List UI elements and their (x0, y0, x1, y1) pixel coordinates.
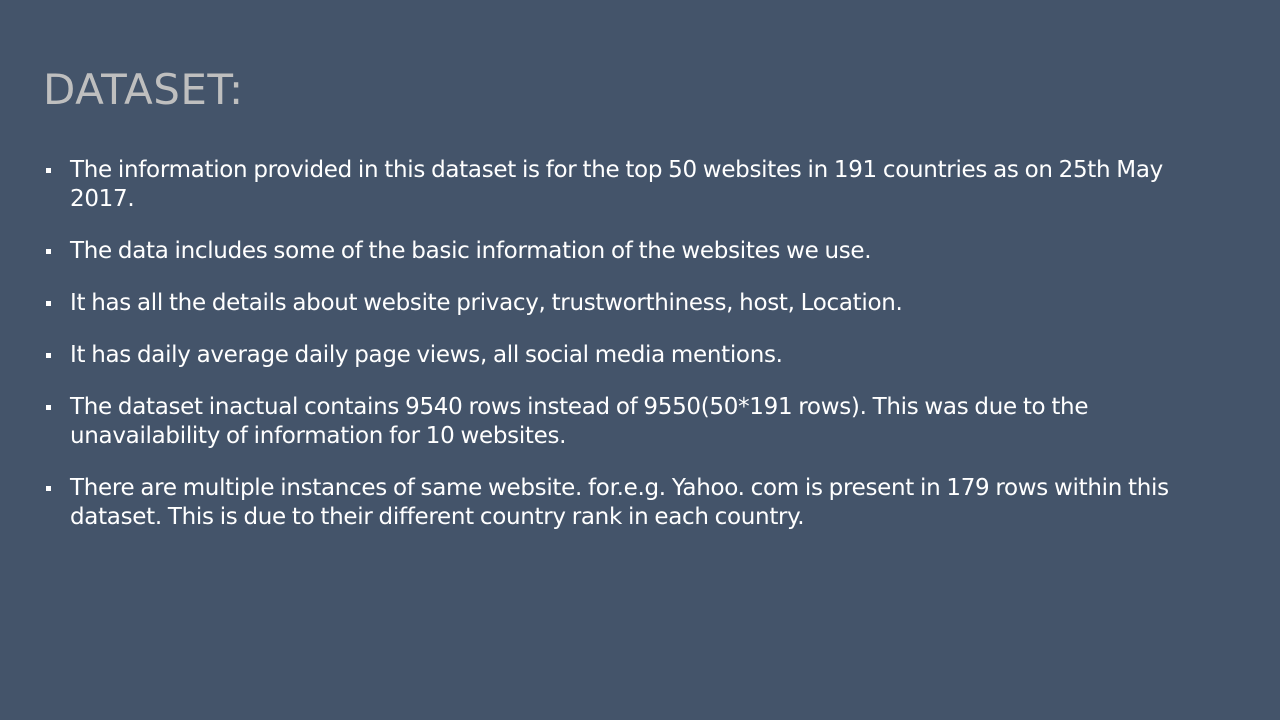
bullet-list: The information provided in this dataset… (46, 156, 1196, 555)
bullet-text: The information provided in this dataset… (70, 157, 1163, 212)
bullet-item: The information provided in this dataset… (46, 156, 1196, 214)
square-bullet-icon (46, 486, 51, 491)
bullet-item: The dataset inactual contains 9540 rows … (46, 393, 1196, 451)
square-bullet-icon (46, 301, 51, 306)
square-bullet-icon (46, 353, 51, 358)
bullet-item: There are multiple instances of same web… (46, 474, 1196, 532)
slide-title: DATASET: (43, 65, 244, 114)
square-bullet-icon (46, 249, 51, 254)
bullet-text: There are multiple instances of same web… (70, 475, 1169, 530)
slide: DATASET: The information provided in thi… (0, 0, 1280, 720)
square-bullet-icon (46, 168, 51, 173)
square-bullet-icon (46, 405, 51, 410)
bullet-item: The data includes some of the basic info… (46, 237, 1196, 266)
bullet-text: The dataset inactual contains 9540 rows … (70, 394, 1089, 449)
bullet-item: It has daily average daily page views, a… (46, 341, 1196, 370)
bullet-text: The data includes some of the basic info… (70, 238, 872, 264)
bullet-item: It has all the details about website pri… (46, 289, 1196, 318)
bullet-text: It has daily average daily page views, a… (70, 342, 783, 368)
bullet-text: It has all the details about website pri… (70, 290, 903, 316)
